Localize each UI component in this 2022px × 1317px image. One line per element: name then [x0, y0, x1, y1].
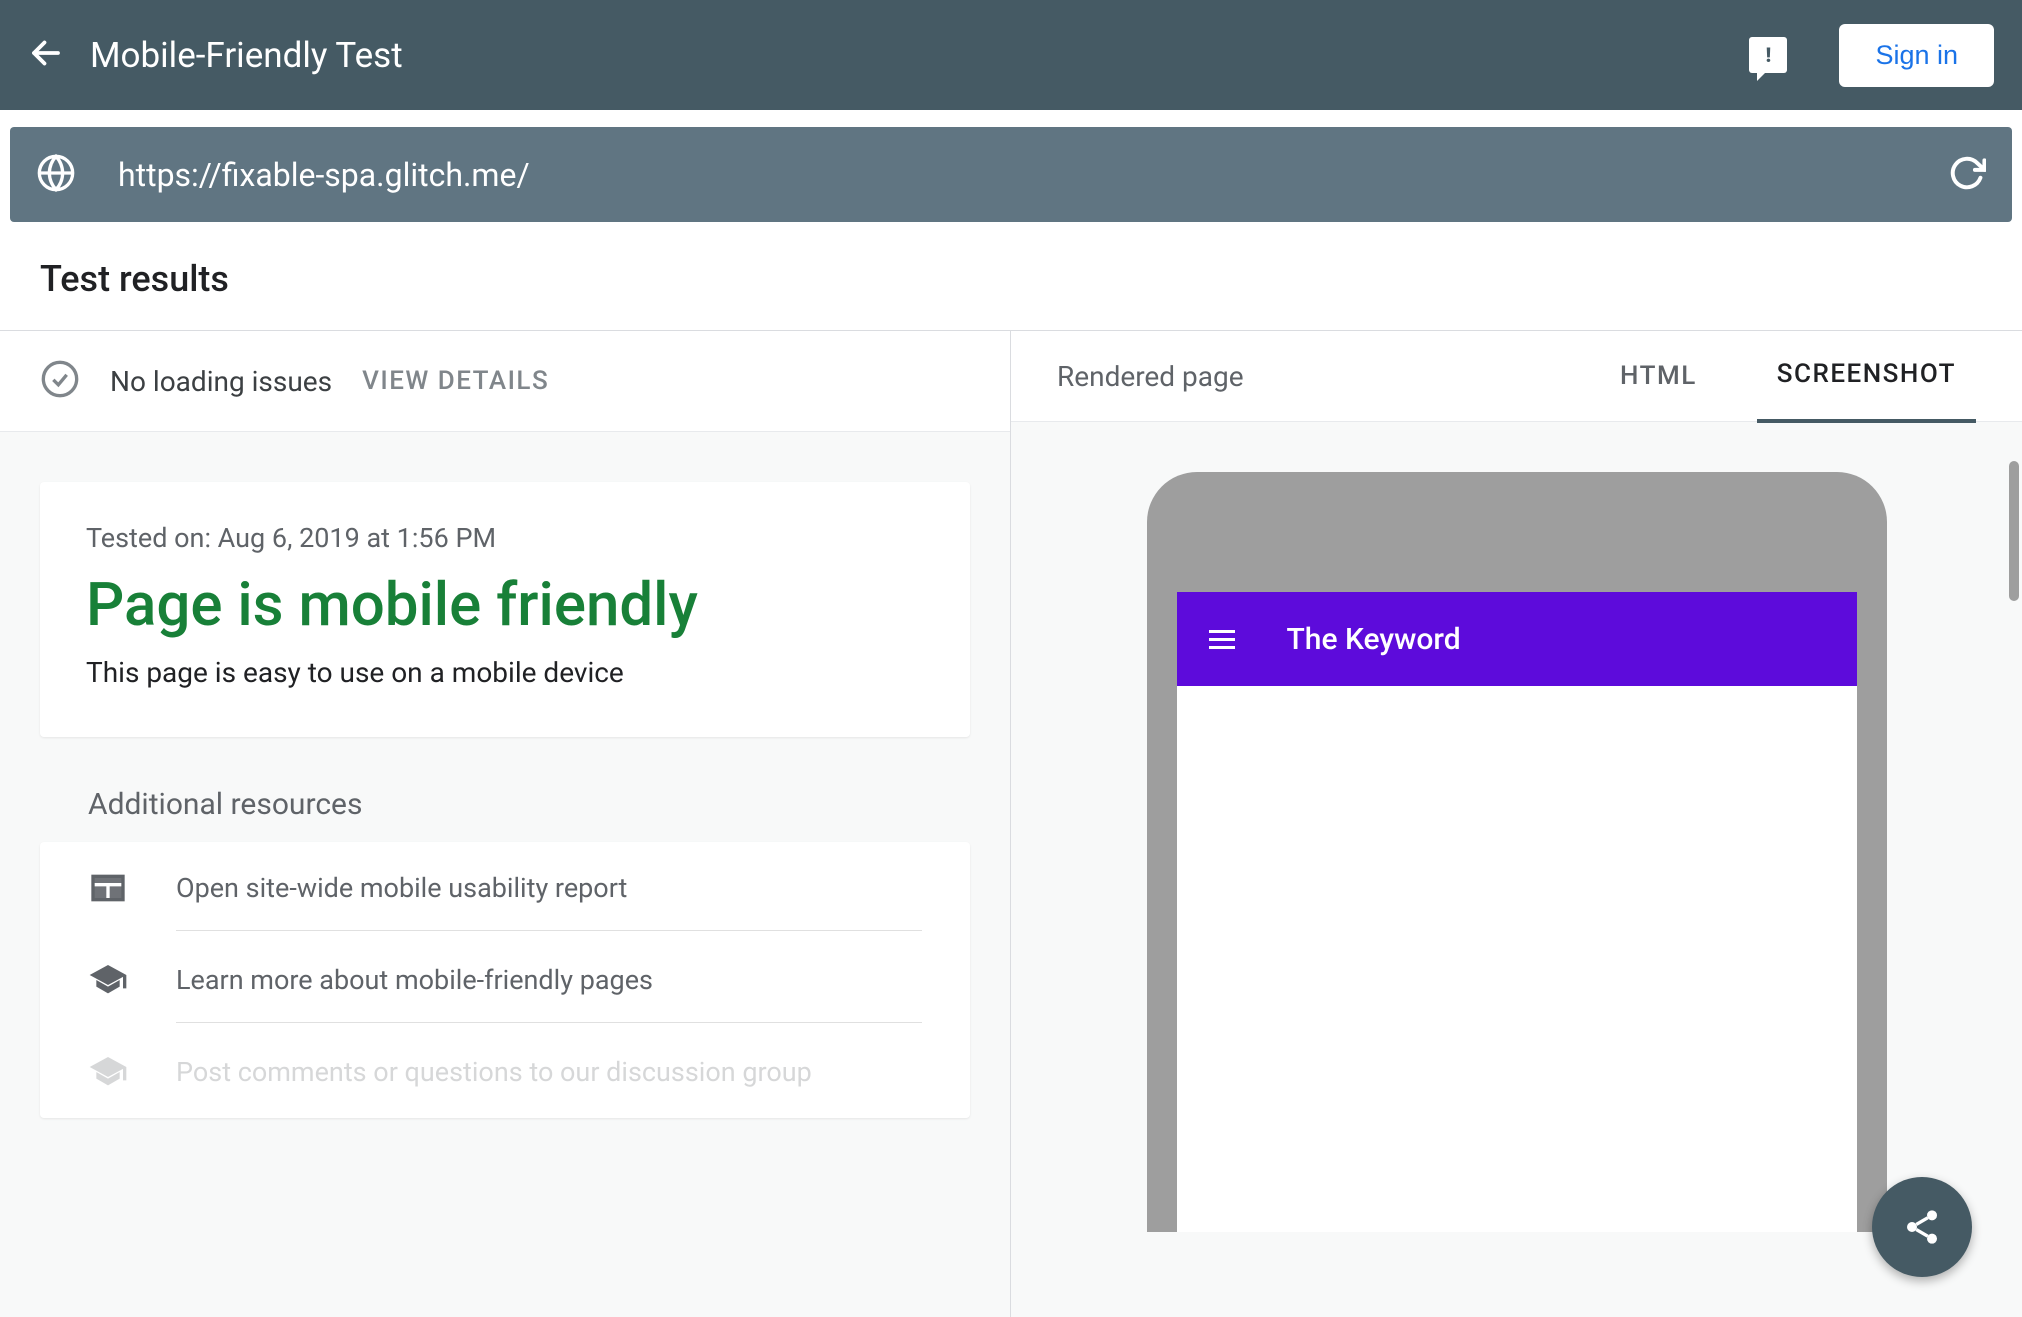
- signin-button[interactable]: Sign in: [1839, 24, 1994, 87]
- url-bar[interactable]: https://fixable-spa.glitch.me/: [10, 127, 2012, 222]
- result-headline: Page is mobile friendly: [86, 572, 924, 638]
- check-circle-icon: [40, 359, 80, 403]
- graduation-cap-icon: [88, 960, 128, 1000]
- app-header: Mobile-Friendly Test ! Sign in: [0, 0, 2022, 110]
- phone-page-title: The Keyword: [1287, 622, 1461, 657]
- resource-text: Learn more about mobile-friendly pages: [176, 964, 922, 996]
- resources-card: Open site-wide mobile usability report L…: [40, 842, 970, 1118]
- result-subtitle: This page is easy to use on a mobile dev…: [86, 656, 924, 689]
- reload-icon[interactable]: [1948, 154, 1986, 196]
- results-title: Test results: [40, 258, 1982, 300]
- tab-html[interactable]: HTML: [1600, 361, 1717, 421]
- app-title: Mobile-Friendly Test: [90, 35, 1723, 76]
- phone-topbar: The Keyword: [1177, 592, 1857, 686]
- tested-on-text: Tested on: Aug 6, 2019 at 1:56 PM: [86, 522, 924, 554]
- resource-text: Post comments or questions to our discus…: [176, 1056, 922, 1088]
- share-button[interactable]: [1872, 1177, 1972, 1277]
- view-details-button[interactable]: VIEW DETAILS: [362, 366, 549, 396]
- right-panel: Rendered page HTML SCREENSHOT The Keywor…: [1011, 331, 2022, 1317]
- left-panel: No loading issues VIEW DETAILS Tested on…: [0, 331, 1011, 1317]
- resource-text: Open site-wide mobile usability report: [176, 872, 922, 904]
- phone-preview-area: The Keyword: [1011, 422, 2022, 1232]
- result-card: Tested on: Aug 6, 2019 at 1:56 PM Page i…: [40, 482, 970, 737]
- results-header: Test results: [0, 222, 2022, 331]
- back-arrow-icon[interactable]: [28, 35, 64, 75]
- feedback-icon[interactable]: !: [1749, 37, 1787, 73]
- loading-status-text: No loading issues: [110, 365, 332, 398]
- right-panel-header: Rendered page HTML SCREENSHOT: [1011, 331, 2022, 422]
- loading-status-row: No loading issues VIEW DETAILS: [0, 331, 1010, 432]
- graduation-cap-icon: [88, 1052, 128, 1092]
- web-layout-icon: [88, 868, 128, 908]
- hamburger-icon: [1209, 630, 1235, 649]
- resource-item-usability-report[interactable]: Open site-wide mobile usability report: [40, 842, 970, 934]
- content-area: No loading issues VIEW DETAILS Tested on…: [0, 331, 2022, 1317]
- additional-resources-title: Additional resources: [88, 787, 970, 822]
- scrollbar[interactable]: [2009, 461, 2019, 601]
- phone-screen: The Keyword: [1177, 592, 1857, 1232]
- rendered-page-label: Rendered page: [1057, 360, 1600, 393]
- exclamation-icon: !: [1766, 45, 1772, 65]
- tab-screenshot[interactable]: SCREENSHOT: [1757, 359, 1976, 423]
- globe-icon: [36, 153, 76, 197]
- resource-item-learn-more[interactable]: Learn more about mobile-friendly pages: [40, 934, 970, 1026]
- phone-frame: The Keyword: [1147, 472, 1887, 1232]
- url-input[interactable]: https://fixable-spa.glitch.me/: [118, 156, 1906, 194]
- resource-item-discussion[interactable]: Post comments or questions to our discus…: [40, 1026, 970, 1118]
